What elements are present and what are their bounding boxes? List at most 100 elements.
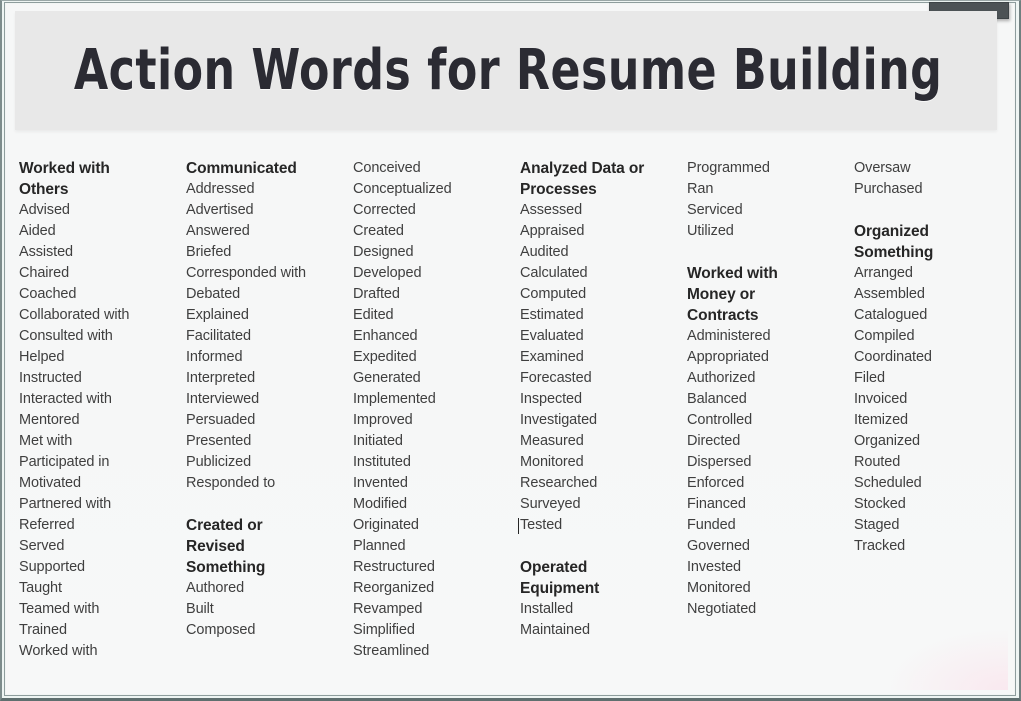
action-word: Trained (19, 622, 67, 638)
action-word: Scheduled (854, 475, 922, 491)
action-word: Examined (520, 349, 584, 365)
word-group: Created or Revised Something Authored Buil… (186, 515, 353, 641)
action-word: Inspected (520, 391, 582, 407)
action-word: Invoiced (854, 391, 908, 407)
action-word: Audited (520, 244, 569, 260)
action-word: Forecasted (520, 370, 592, 386)
action-word: Utilized (687, 223, 734, 239)
column-5: Programmed Ran Serviced Utilized Worked with… (687, 158, 854, 620)
action-word: Publicized (186, 454, 252, 470)
action-word: Organized (854, 433, 920, 449)
action-word: Corrected (353, 202, 416, 218)
action-word: Stocked (854, 496, 906, 512)
action-word: Partnered with (19, 496, 112, 512)
word-group-heading: Communicated (186, 160, 297, 177)
title-banner: Action Words for Resume Building (15, 11, 997, 130)
action-word: Implemented (353, 391, 436, 407)
action-word: Staged (854, 517, 900, 533)
action-word: Debated (186, 286, 241, 302)
action-word: Participated in (19, 454, 110, 470)
action-word: Instructed (19, 370, 82, 386)
action-word: Controlled (687, 412, 753, 428)
action-word: Enhanced (353, 328, 418, 344)
action-word: Conceived (353, 160, 421, 176)
action-word: Edited (353, 307, 394, 323)
action-word-with-caret: Tested (518, 515, 687, 536)
action-word: Improved (353, 412, 413, 428)
action-word: Mentored (19, 412, 80, 428)
word-group-heading: Organized Something (854, 223, 934, 261)
action-word: Corresponded with (186, 265, 307, 281)
action-word: Explained (186, 307, 249, 323)
action-word: Advertised (186, 202, 254, 218)
action-word: Maintained (520, 622, 590, 638)
action-word: Coordinated (854, 349, 932, 365)
action-word: Dispersed (687, 454, 752, 470)
action-word: Appraised (520, 223, 585, 239)
action-word: Calculated (520, 265, 588, 281)
word-group: Worked with Others Advised Aided Assisted Ch… (19, 158, 186, 662)
action-word: Measured (520, 433, 584, 449)
action-word: Installed (520, 601, 574, 617)
action-word: Investigated (520, 412, 597, 428)
action-word: Authorized (687, 370, 756, 386)
action-word: Responded to (186, 475, 276, 491)
action-word: Worked with (19, 643, 98, 659)
action-word: Authored (186, 580, 245, 596)
column-6: Oversaw Purchased Organized Something Arran… (854, 158, 1021, 557)
action-word: Compiled (854, 328, 915, 344)
action-word: Teamed with (19, 601, 100, 617)
word-group: Conceived Conceptualized Corrected Created D… (353, 158, 520, 662)
action-word: Funded (687, 517, 736, 533)
column-4: Analyzed Data or Processes Assessed Apprai… (518, 158, 687, 641)
word-group-heading: Analyzed Data or Processes (520, 160, 645, 198)
action-word: Computed (520, 286, 587, 302)
word-group-heading: Created or Revised Something (186, 517, 266, 576)
action-word: Generated (353, 370, 421, 386)
action-word: Serviced (687, 202, 743, 218)
action-word: Met with (19, 433, 73, 449)
word-group-heading: Operated Equipment (520, 559, 600, 597)
action-word: Drafted (353, 286, 400, 302)
action-word: Programmed (687, 160, 770, 176)
action-word: Facilitated (186, 328, 251, 344)
action-word: Directed (687, 433, 741, 449)
action-word: Routed (854, 454, 901, 470)
action-word: Enforced (687, 475, 745, 491)
action-word: Referred (19, 517, 75, 533)
action-word: Assessed (520, 202, 583, 218)
action-word: Estimated (520, 307, 584, 323)
action-word: Served (19, 538, 65, 554)
action-word: Evaluated (520, 328, 584, 344)
action-word: Assisted (19, 244, 73, 260)
action-word: Revamped (353, 601, 423, 617)
action-word: Researched (520, 475, 598, 491)
action-word: Taught (19, 580, 62, 596)
action-word: Invented (353, 475, 408, 491)
action-word: Financed (687, 496, 746, 512)
action-word: Reorganized (353, 580, 435, 596)
action-word: Aided (19, 223, 56, 239)
action-word: Initiated (353, 433, 403, 449)
word-group: Communicated Addressed Advertised Answered B… (186, 158, 353, 494)
action-word: Consulted with (19, 328, 113, 344)
action-words-columns: Worked with Others Advised Aided Assisted Ch… (19, 158, 999, 688)
action-word: Ran (687, 181, 714, 197)
action-word: Monitored (520, 454, 584, 470)
action-word: Planned (353, 538, 406, 554)
action-word: Built (186, 601, 214, 617)
action-word: Developed (353, 265, 422, 281)
action-word: Coached (19, 286, 77, 302)
word-group: Programmed Ran Serviced Utilized (687, 158, 854, 242)
action-word: Persuaded (186, 412, 256, 428)
action-word: Purchased (854, 181, 923, 197)
action-word: Monitored (687, 580, 751, 596)
word-group: Organized Something Arranged Assembled Cata… (854, 221, 1021, 557)
action-word: Supported (19, 559, 86, 575)
action-word: Assembled (854, 286, 925, 302)
action-word: Briefed (186, 244, 232, 260)
action-word: Interpreted (186, 370, 256, 386)
action-word: Surveyed (520, 496, 581, 512)
